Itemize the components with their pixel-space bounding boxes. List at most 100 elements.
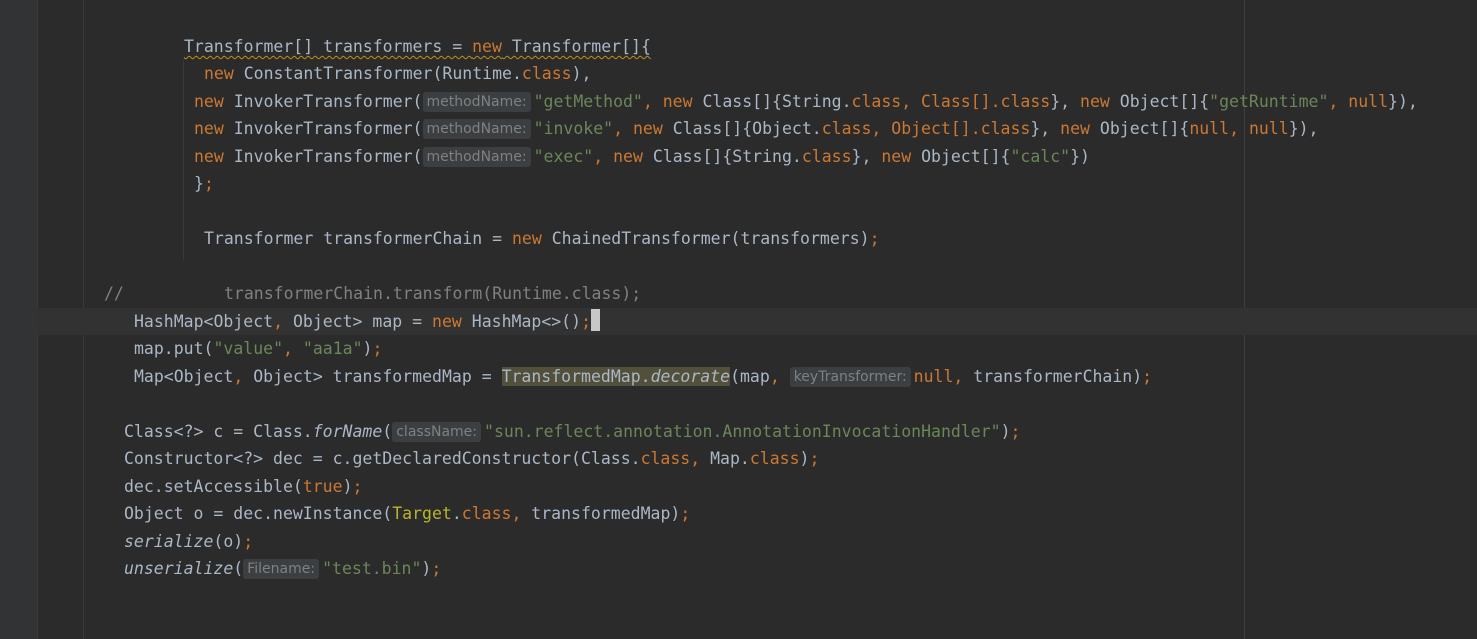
keyword-new: new: [613, 147, 643, 166]
keyword-class: class: [980, 119, 1031, 138]
code-line-unserialize[interactable]: unserialize(Filename: "test.bin");: [124, 556, 441, 582]
code-text: transformerChain): [963, 367, 1143, 386]
code-semicolon: ;: [869, 229, 880, 248]
code-line-comment[interactable]: //: [104, 281, 124, 307]
code-text: InvokerTransformer(: [223, 147, 423, 166]
code-line-constructor[interactable]: Constructor<?> dec = c.getDeclaredConstr…: [124, 446, 819, 472]
code-text: Class<?> c = Class.: [124, 422, 313, 441]
string-literal: "test.bin": [322, 559, 422, 578]
editor-gutter[interactable]: [0, 0, 38, 639]
code-text: Map<Object: [134, 367, 234, 386]
code-text: TransformedMap.: [501, 367, 651, 386]
string-literal: "exec": [533, 147, 594, 166]
code-line-serialize[interactable]: serialize(o);: [124, 529, 253, 555]
string-literal: "aa1a": [302, 339, 363, 358]
static-method-call: forName: [312, 422, 383, 441]
deprecated-call-highlight: TransformedMap.decorate: [501, 367, 731, 386]
code-text: }: [194, 174, 204, 193]
keyword-new: new: [881, 147, 912, 166]
code-text: Object[]{: [1109, 92, 1210, 111]
code-editor[interactable]: Transformer[] transformers = new Transfo…: [0, 0, 1477, 639]
keyword-new: new: [662, 92, 693, 111]
keyword-class: class: [461, 504, 512, 523]
keyword-class: class: [851, 92, 902, 111]
code-text: .: [451, 504, 462, 523]
parameter-hint: className:: [392, 422, 482, 442]
code-text: Constructor<?> dec = c.getDeclaredConstr…: [124, 449, 641, 468]
indent-guide: [183, 60, 184, 260]
string-literal: "sun.reflect.annotation.AnnotationInvoca…: [484, 422, 1001, 441]
code-text: InvokerTransformer(: [223, 119, 423, 138]
keyword-null: null: [1348, 92, 1389, 111]
code-text: (o): [213, 532, 244, 551]
code-line-new-instance[interactable]: Object o = dec.newInstance(Target.class,…: [124, 501, 690, 527]
code-line-set-accessible[interactable]: dec.setAccessible(true);: [124, 474, 362, 500]
code-semicolon: ;: [352, 477, 363, 496]
code-text: ): [342, 477, 353, 496]
code-line-transformers-array[interactable]: Transformer[] transformers = new Transfo…: [184, 34, 651, 60]
code-line-invoker-exec[interactable]: new InvokerTransformer(methodName: "exec"…: [194, 144, 1090, 170]
code-text: Transformer[] transformers =: [184, 37, 473, 56]
code-comma: ,: [283, 339, 303, 358]
keyword-class: class: [821, 119, 872, 138]
keyword-new: new: [632, 119, 663, 138]
code-comma: ,: [273, 312, 284, 331]
code-text: Class[]{Object.: [662, 119, 822, 138]
code-semicolon: ;: [372, 339, 383, 358]
code-line-chained-transformer[interactable]: Transformer transformerChain = new Chain…: [204, 226, 880, 252]
code-semicolon: ;: [1010, 422, 1021, 441]
code-line-invoker-invoke[interactable]: new InvokerTransformer(methodName: "invok…: [194, 116, 1319, 142]
string-literal: "getRuntime": [1209, 92, 1329, 111]
code-line-comment-text[interactable]: transformerChain.transform(Runtime.class…: [224, 281, 641, 307]
code-text: ): [421, 559, 432, 578]
code-line-hashmap[interactable]: HashMap<Object, Object> map = new HashMa…: [134, 309, 600, 335]
code-comma: ,: [233, 367, 244, 386]
keyword-class: class: [801, 147, 852, 166]
annotation-type: Target: [392, 504, 452, 523]
keyword-null: null: [913, 367, 954, 386]
code-semicolon: ;: [680, 504, 691, 523]
keyword-new: new: [511, 229, 542, 248]
keyword-new: new: [194, 119, 224, 138]
code-text: Object> transformedMap =: [243, 367, 502, 386]
code-comma: ,: [613, 119, 633, 138]
code-text: ),: [571, 64, 592, 83]
code-line-constant-transformer[interactable]: new ConstantTransformer(Runtime.class),: [204, 61, 591, 87]
keyword-class: class: [521, 64, 572, 83]
code-comma: ,: [593, 147, 614, 166]
code-semicolon: ;: [581, 312, 591, 331]
code-semicolon: ;: [431, 559, 442, 578]
code-line-invoker-getmethod[interactable]: new InvokerTransformer(methodName: "getMe…: [194, 89, 1418, 115]
code-text: dec.setAccessible(: [124, 477, 303, 496]
parameter-hint: methodName:: [422, 92, 531, 112]
code-semicolon: ;: [809, 449, 820, 468]
code-semicolon: ;: [203, 174, 214, 193]
code-text: Object[]{: [1089, 119, 1190, 138]
code-comma: ,: [511, 504, 522, 523]
keyword-true: true: [302, 477, 343, 496]
code-semicolon: ;: [1142, 367, 1153, 386]
code-comma: ,: [1328, 92, 1349, 111]
code-text: Class[]{String.: [642, 147, 802, 166]
keyword-new: new: [194, 147, 224, 166]
code-line-class-forname[interactable]: Class<?> c = Class.forName(className: "su…: [124, 419, 1020, 445]
code-text: (map: [730, 367, 770, 386]
code-text: Object> map =: [283, 312, 433, 331]
string-literal: "calc": [1010, 147, 1071, 166]
keyword-new: new: [204, 64, 234, 83]
code-comma: ,: [690, 449, 701, 468]
code-text: ): [799, 449, 810, 468]
keyword-new: new: [1060, 119, 1090, 138]
code-line-transformed-map[interactable]: Map<Object, Object> transformedMap = Tra…: [134, 364, 1152, 390]
keyword-class: class: [749, 449, 800, 468]
code-line-array-close[interactable]: };: [194, 171, 214, 197]
code-text: ConstantTransformer(Runtime.: [233, 64, 522, 83]
keyword-new: new: [194, 92, 224, 111]
comment-text: transformerChain.transform(Runtime.class…: [224, 284, 642, 303]
code-text: },: [851, 147, 882, 166]
static-method-call: serialize: [124, 532, 214, 551]
code-line-map-put[interactable]: map.put("value", "aa1a");: [134, 336, 382, 362]
code-comma: ,: [1229, 119, 1249, 138]
code-text: , Object[].: [871, 119, 981, 138]
code-text: Object o = dec.newInstance(: [124, 504, 393, 523]
